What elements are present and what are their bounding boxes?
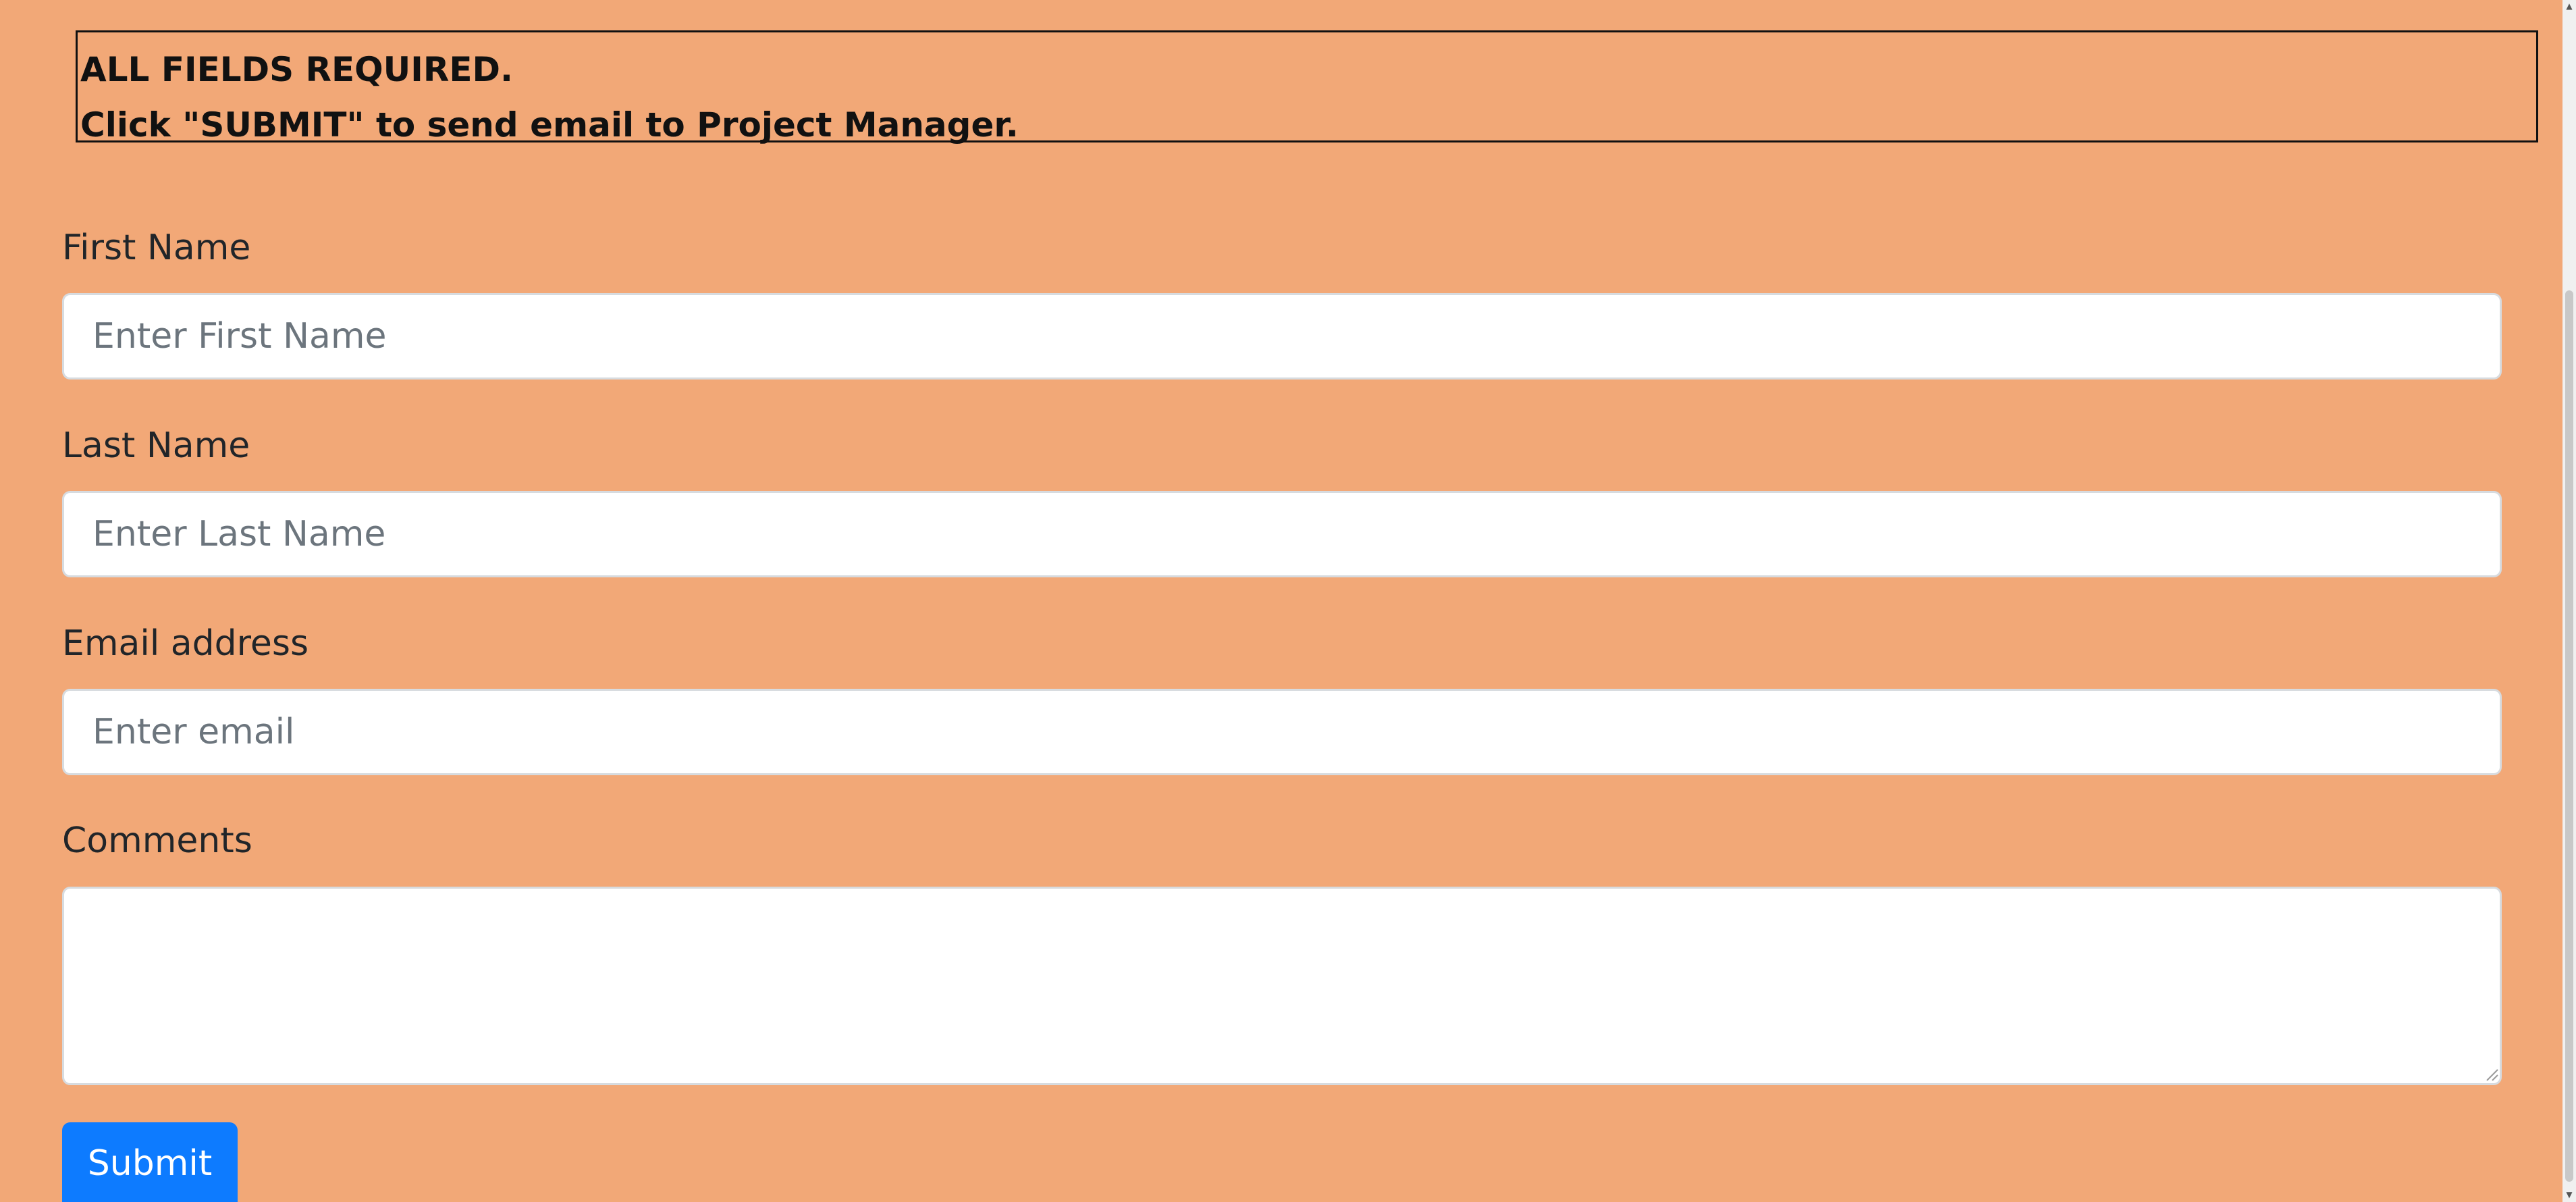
comments-textarea[interactable] [62,887,2502,1085]
vertical-scrollbar[interactable]: ▲ ▼ [2562,0,2576,1202]
scroll-down-arrow-icon[interactable]: ▼ [2565,1190,2574,1199]
scrollbar-thumb[interactable] [2565,290,2573,1182]
last-name-label: Last Name [62,425,250,466]
email-label: Email address [62,623,309,664]
scroll-up-arrow-icon[interactable]: ▲ [2565,1,2574,11]
notice-line-submit-instructions: Click "SUBMIT" to send email to Project … [80,105,1019,145]
required-fields-notice: ALL FIELDS REQUIRED. Click "SUBMIT" to s… [76,30,2538,145]
submit-button[interactable]: Submit [62,1122,238,1202]
notice-line-required: ALL FIELDS REQUIRED. [80,50,514,89]
comments-label: Comments [62,820,252,861]
first-name-input[interactable] [62,293,2502,380]
first-name-label: First Name [62,228,251,268]
contact-form-page: ALL FIELDS REQUIRED. Click "SUBMIT" to s… [0,0,2576,1202]
resize-grip-icon[interactable] [2484,1067,2499,1082]
email-input[interactable] [62,689,2502,775]
last-name-input[interactable] [62,491,2502,577]
